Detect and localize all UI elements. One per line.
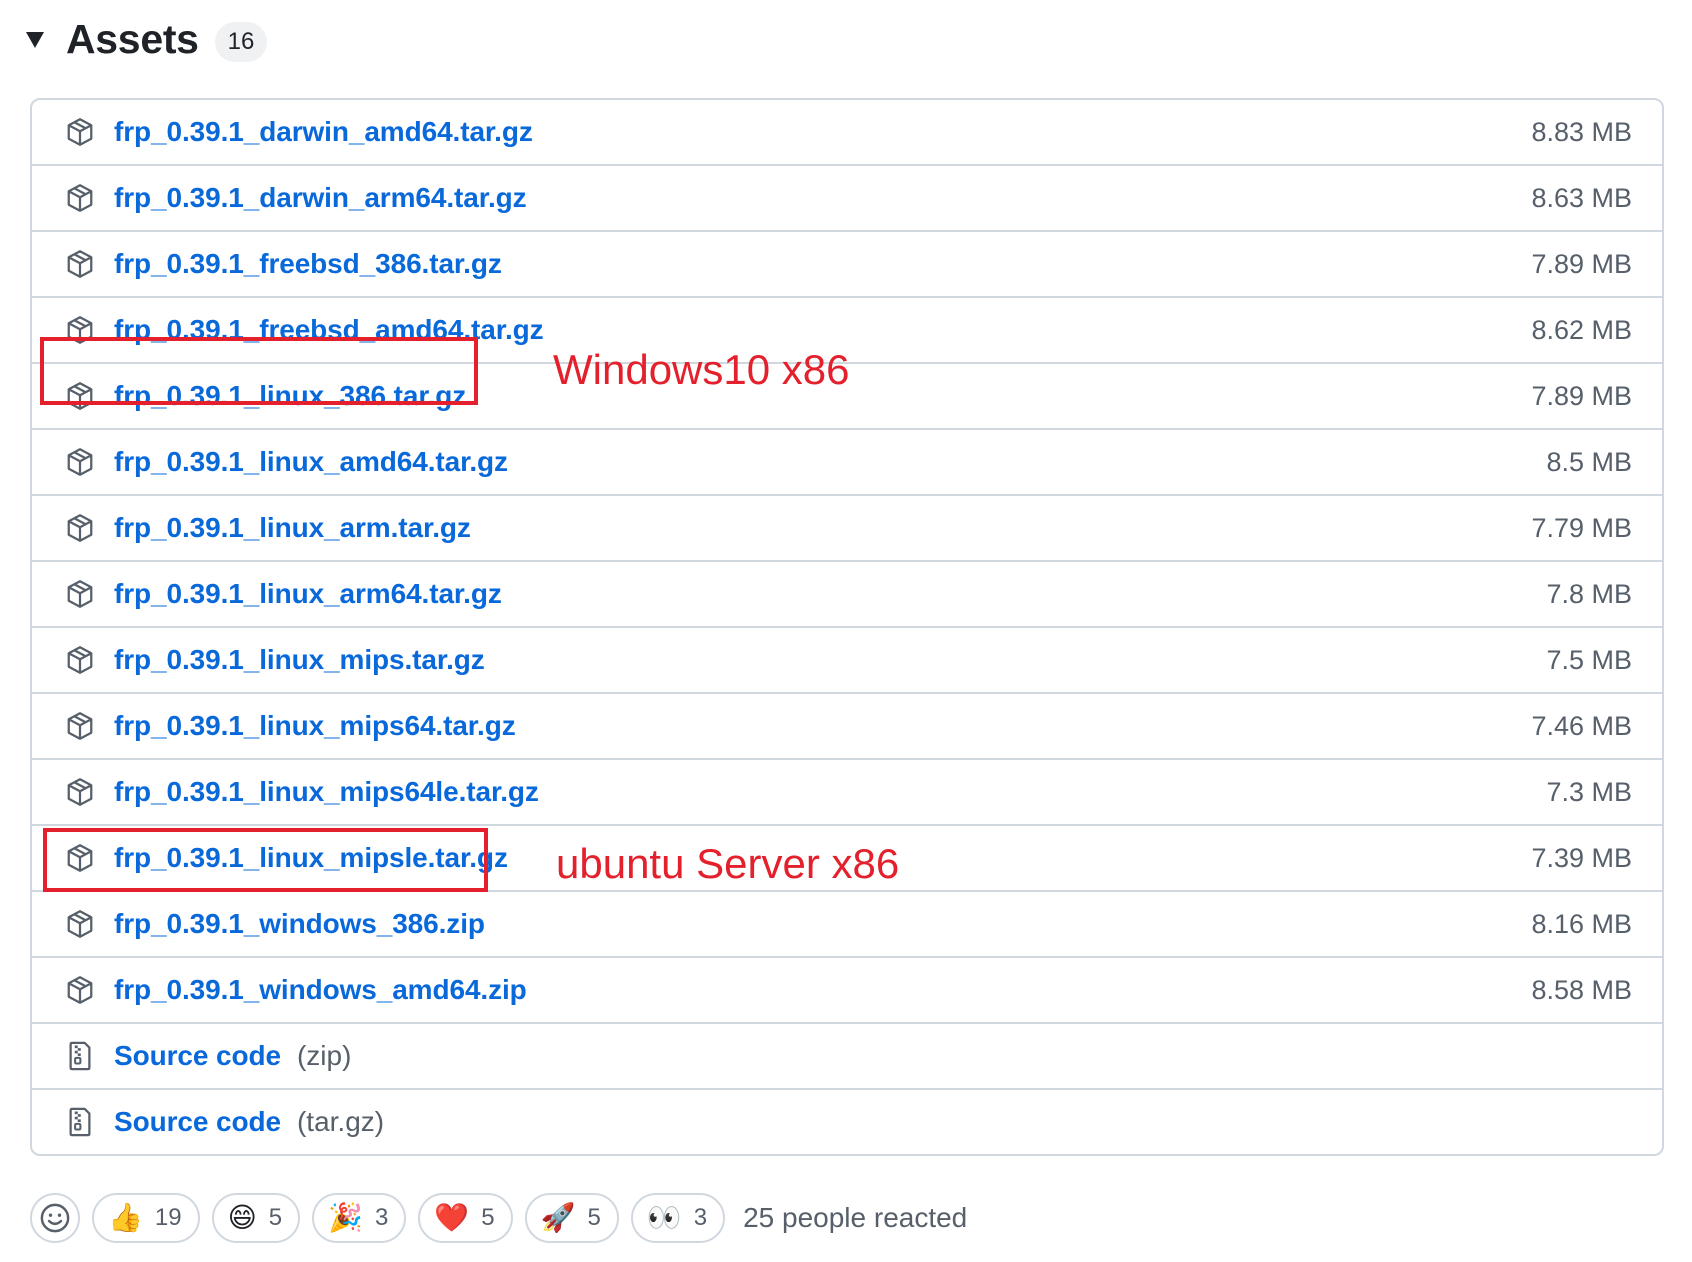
asset-size: 7.89 MB bbox=[1531, 248, 1632, 279]
asset-size: 8.58 MB bbox=[1531, 974, 1632, 1005]
package-icon bbox=[64, 974, 96, 1006]
asset-download-link[interactable]: frp_0.39.1_linux_mips64.tar.gz bbox=[114, 710, 516, 742]
asset-row: frp_0.39.1_darwin_amd64.tar.gz 8.83 MB bbox=[32, 100, 1662, 164]
asset-row: frp_0.39.1_linux_mips64le.tar.gz 7.3 MB bbox=[32, 758, 1662, 824]
package-icon bbox=[64, 512, 96, 544]
file-zip-icon bbox=[64, 1106, 96, 1138]
asset-row: frp_0.39.1_linux_arm.tar.gz 7.79 MB bbox=[32, 494, 1662, 560]
asset-row: frp_0.39.1_linux_amd64.tar.gz 8.5 MB bbox=[32, 428, 1662, 494]
thumbs-up-emoji-icon: 👍 bbox=[108, 1202, 143, 1233]
add-reaction-button[interactable] bbox=[30, 1193, 80, 1243]
reaction-count: 5 bbox=[268, 1204, 283, 1231]
eyes-emoji-icon: 👀 bbox=[646, 1202, 682, 1233]
hooray-emoji-icon: 🎉 bbox=[328, 1202, 364, 1233]
reaction-count: 19 bbox=[154, 1204, 182, 1231]
asset-row: frp_0.39.1_windows_386.zip 8.16 MB bbox=[32, 890, 1662, 956]
reaction-count: 3 bbox=[693, 1204, 708, 1231]
laugh-emoji-icon: 😄 bbox=[227, 1202, 257, 1233]
annotation-windows10: Windows10 x86 bbox=[553, 346, 850, 393]
reaction-count: 3 bbox=[375, 1204, 389, 1231]
asset-download-link[interactable]: frp_0.39.1_windows_amd64.zip bbox=[114, 974, 527, 1006]
annotation-ubuntu-server: ubuntu Server x86 bbox=[556, 840, 900, 887]
reaction-count: 5 bbox=[481, 1204, 495, 1231]
package-icon bbox=[64, 908, 96, 940]
reaction-eyes-button[interactable]: 👀 3 bbox=[630, 1193, 726, 1243]
smiley-icon bbox=[40, 1203, 70, 1233]
asset-size: 8.83 MB bbox=[1531, 116, 1632, 147]
package-icon bbox=[64, 710, 96, 742]
source-code-format: (zip) bbox=[296, 1040, 352, 1071]
source-code-link[interactable]: Source code bbox=[114, 1040, 281, 1072]
reaction-thumbs-up-button[interactable]: 👍 19 bbox=[92, 1193, 200, 1243]
package-icon bbox=[64, 644, 96, 676]
package-icon bbox=[64, 578, 96, 610]
highlight-box-linux-386 bbox=[40, 337, 478, 405]
package-icon bbox=[64, 182, 96, 214]
asset-download-link[interactable]: frp_0.39.1_linux_arm.tar.gz bbox=[114, 512, 471, 544]
asset-size: 7.46 MB bbox=[1531, 710, 1632, 741]
package-icon bbox=[64, 446, 96, 478]
reaction-rocket-button[interactable]: 🚀 5 bbox=[524, 1193, 619, 1243]
asset-download-link[interactable]: frp_0.39.1_windows_386.zip bbox=[114, 908, 485, 940]
asset-download-link[interactable]: frp_0.39.1_linux_arm64.tar.gz bbox=[114, 578, 502, 610]
asset-size: 8.62 MB bbox=[1531, 314, 1632, 345]
asset-download-link[interactable]: frp_0.39.1_freebsd_386.tar.gz bbox=[114, 248, 502, 280]
asset-row: frp_0.39.1_linux_mips.tar.gz 7.5 MB bbox=[32, 626, 1662, 692]
asset-download-link[interactable]: frp_0.39.1_darwin_amd64.tar.gz bbox=[114, 116, 533, 148]
reactions-bar: 👍 19 😄 5 🎉 3 ❤️ 5 🚀 5 👀 3 25 people reacted bbox=[30, 1192, 967, 1244]
reaction-laugh-button[interactable]: 😄 5 bbox=[211, 1193, 301, 1243]
source-code-row: Source code (tar.gz) bbox=[32, 1088, 1662, 1154]
highlight-box-windows-386 bbox=[43, 828, 488, 892]
asset-row: frp_0.39.1_freebsd_386.tar.gz 7.89 MB bbox=[32, 230, 1662, 296]
asset-size: 8.5 MB bbox=[1546, 446, 1632, 477]
source-code-row: Source code (zip) bbox=[32, 1022, 1662, 1088]
reaction-count: 5 bbox=[587, 1204, 601, 1231]
asset-size: 7.3 MB bbox=[1546, 776, 1632, 807]
asset-download-link[interactable]: frp_0.39.1_linux_mips64le.tar.gz bbox=[114, 776, 539, 808]
heart-emoji-icon: ❤️ bbox=[434, 1202, 470, 1233]
asset-row: frp_0.39.1_linux_arm64.tar.gz 7.8 MB bbox=[32, 560, 1662, 626]
package-icon bbox=[64, 776, 96, 808]
assets-list: frp_0.39.1_darwin_amd64.tar.gz 8.83 MB frp… bbox=[30, 98, 1664, 1156]
asset-row: frp_0.39.1_windows_amd64.zip 8.58 MB bbox=[32, 956, 1662, 1022]
assets-count-badge: 16 bbox=[214, 22, 268, 62]
asset-size: 7.79 MB bbox=[1531, 512, 1632, 543]
asset-size: 7.39 MB bbox=[1531, 842, 1632, 873]
asset-row: frp_0.39.1_darwin_arm64.tar.gz 8.63 MB bbox=[32, 164, 1662, 230]
asset-size: 7.8 MB bbox=[1546, 578, 1632, 609]
asset-size: 7.5 MB bbox=[1546, 644, 1632, 675]
rocket-emoji-icon: 🚀 bbox=[540, 1202, 576, 1233]
reaction-hooray-button[interactable]: 🎉 3 bbox=[312, 1193, 407, 1243]
reaction-heart-button[interactable]: ❤️ 5 bbox=[418, 1193, 513, 1243]
caret-down-icon[interactable] bbox=[26, 32, 44, 48]
asset-size: 7.89 MB bbox=[1531, 380, 1632, 411]
asset-download-link[interactable]: frp_0.39.1_darwin_arm64.tar.gz bbox=[114, 182, 527, 214]
asset-download-link[interactable]: frp_0.39.1_linux_amd64.tar.gz bbox=[114, 446, 508, 478]
source-code-format: (tar.gz) bbox=[296, 1106, 385, 1137]
reactions-summary: 25 people reacted bbox=[743, 1202, 968, 1233]
file-zip-icon bbox=[64, 1040, 96, 1072]
asset-download-link[interactable]: frp_0.39.1_linux_mips.tar.gz bbox=[114, 644, 485, 676]
asset-row: frp_0.39.1_linux_mips64.tar.gz 7.46 MB bbox=[32, 692, 1662, 758]
assets-header[interactable]: Assets 16 bbox=[26, 14, 268, 64]
asset-size: 8.63 MB bbox=[1531, 182, 1632, 213]
asset-size: 8.16 MB bbox=[1531, 908, 1632, 939]
assets-title: Assets bbox=[66, 15, 199, 62]
source-code-link[interactable]: Source code bbox=[114, 1106, 281, 1138]
package-icon bbox=[64, 116, 96, 148]
package-icon bbox=[64, 248, 96, 280]
